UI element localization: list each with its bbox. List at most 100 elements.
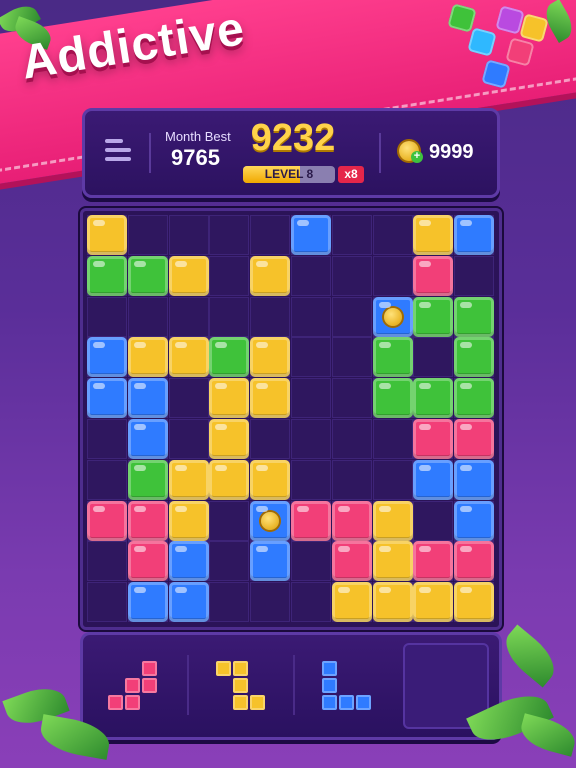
- blue-block: [291, 215, 331, 255]
- piece-block: [141, 660, 157, 676]
- month-best-label: Month Best: [165, 129, 231, 144]
- board-cell[interactable]: [127, 215, 168, 255]
- board-cell[interactable]: [454, 255, 495, 296]
- board-cell[interactable]: [209, 541, 250, 582]
- green-block: [127, 459, 168, 500]
- yellow-block: [250, 255, 291, 296]
- green-block: [413, 296, 454, 337]
- add-coins-icon[interactable]: +: [411, 151, 423, 163]
- yellow-block: [454, 582, 495, 623]
- game-board[interactable]: [80, 208, 502, 630]
- board-cell[interactable]: [209, 296, 250, 337]
- board-cell[interactable]: [291, 296, 331, 337]
- board-cell[interactable]: [209, 255, 250, 296]
- pink-block: [127, 541, 168, 582]
- board-cell[interactable]: [372, 419, 413, 459]
- board-cell[interactable]: [250, 215, 291, 255]
- yellow-block: [168, 500, 209, 541]
- coin-count: 9999: [429, 141, 474, 163]
- board-cell[interactable]: [250, 296, 291, 337]
- blue-block: [87, 337, 127, 378]
- board-cell[interactable]: [291, 541, 331, 582]
- board-cell[interactable]: [331, 337, 372, 378]
- board-cell[interactable]: [291, 337, 331, 378]
- coin-icon: [383, 307, 402, 326]
- pink-block: [454, 541, 495, 582]
- yellow-block: [168, 337, 209, 378]
- board-cell[interactable]: [291, 419, 331, 459]
- pink-block: [413, 255, 454, 296]
- blue-block: [168, 582, 209, 623]
- yellow-block: [209, 378, 250, 419]
- board-cell[interactable]: [87, 296, 127, 337]
- board-cell[interactable]: [250, 582, 291, 623]
- piece-tray: [80, 632, 502, 740]
- leaf-decoration: [496, 624, 564, 688]
- piece-slot-2[interactable]: [191, 643, 291, 729]
- level-progress-bar: LEVEL 8: [243, 166, 335, 183]
- piece-block: [321, 677, 337, 693]
- piece-block: [232, 677, 248, 693]
- pink-block: [413, 541, 454, 582]
- green-block: [372, 378, 413, 419]
- pink-block: [413, 419, 454, 459]
- yellow-block: [413, 582, 454, 623]
- board-cell[interactable]: [250, 419, 291, 459]
- board-cell[interactable]: [372, 459, 413, 500]
- piece-block: [232, 694, 248, 710]
- board-cell[interactable]: [291, 378, 331, 419]
- board-cell[interactable]: [168, 296, 209, 337]
- board-cell[interactable]: [168, 378, 209, 419]
- board-cell[interactable]: [87, 541, 127, 582]
- piece-slot-1[interactable]: [83, 643, 183, 729]
- board-cell[interactable]: [331, 296, 372, 337]
- blue-block: [127, 419, 168, 459]
- board-cell[interactable]: [331, 419, 372, 459]
- month-best-value: 9765: [171, 145, 220, 170]
- yellow-block: [372, 582, 413, 623]
- blue-block: [413, 459, 454, 500]
- yellow-block: [87, 215, 127, 255]
- piece-block: [107, 694, 123, 710]
- board-cell[interactable]: [331, 255, 372, 296]
- board-cell[interactable]: [331, 378, 372, 419]
- piece-block: [141, 677, 157, 693]
- board-cell[interactable]: [291, 582, 331, 623]
- board-cell[interactable]: [413, 337, 454, 378]
- yellow-block: [331, 582, 372, 623]
- board-cell[interactable]: [291, 459, 331, 500]
- board-cell[interactable]: [87, 459, 127, 500]
- piece-block: [321, 660, 337, 676]
- board-cell[interactable]: [87, 419, 127, 459]
- coin-icon: [261, 511, 280, 530]
- board-cell[interactable]: [372, 215, 413, 255]
- board-grid[interactable]: [87, 215, 495, 623]
- current-score: 9232: [250, 117, 336, 159]
- board-cell[interactable]: [209, 582, 250, 623]
- blue-block: [454, 459, 495, 500]
- board-cell[interactable]: [168, 215, 209, 255]
- board-cell[interactable]: [372, 255, 413, 296]
- piece-block: [355, 694, 371, 710]
- leaf-decoration: [517, 713, 576, 757]
- board-cell[interactable]: [87, 582, 127, 623]
- board-cell[interactable]: [413, 500, 454, 541]
- yellow-block: [209, 459, 250, 500]
- board-cell[interactable]: [127, 296, 168, 337]
- board-cell[interactable]: [331, 459, 372, 500]
- menu-icon[interactable]: [105, 139, 131, 163]
- piece-block: [338, 694, 354, 710]
- green-block: [454, 337, 495, 378]
- board-cell[interactable]: [291, 255, 331, 296]
- pink-block: [127, 500, 168, 541]
- board-cell[interactable]: [209, 500, 250, 541]
- blue-block: [250, 541, 291, 582]
- yellow-block: [168, 255, 209, 296]
- blue-block: [87, 378, 127, 419]
- board-cell[interactable]: [331, 215, 372, 255]
- divider: [293, 655, 295, 715]
- yellow-block: [372, 541, 413, 582]
- board-cell[interactable]: [209, 215, 250, 255]
- piece-slot-3[interactable]: [297, 643, 397, 729]
- board-cell[interactable]: [168, 419, 209, 459]
